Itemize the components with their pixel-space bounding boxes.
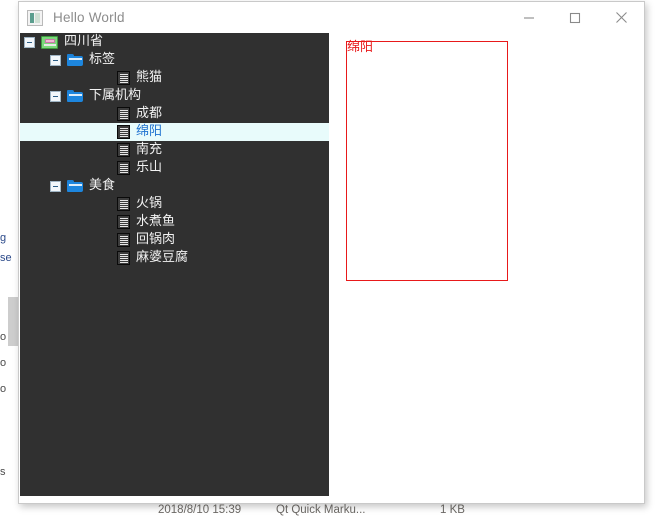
tree-row-label: 四川省 <box>64 34 104 49</box>
document-icon <box>117 215 130 229</box>
background-file-size: 1 KB <box>440 504 465 516</box>
detail-pane: 绵阳 <box>329 33 644 496</box>
detail-label: 绵阳 <box>347 40 374 55</box>
document-icon <box>117 251 130 265</box>
window-client-area: 四川省 标签 熊猫 下属机构 成都 绵阳 南充 乐山 美食 火锅 水煮鱼 回锅肉… <box>19 33 644 503</box>
background-text-fragment: o <box>0 357 7 369</box>
tree-row-label: 火锅 <box>136 196 163 211</box>
tree-row[interactable]: 四川省 <box>20 33 329 51</box>
tree-row-label: 成都 <box>136 106 163 121</box>
tree-row[interactable]: 标签 <box>20 51 329 69</box>
tree-row[interactable]: 火锅 <box>20 195 329 213</box>
tree-row-selected[interactable]: 绵阳 <box>20 123 329 141</box>
background-file-date: 2018/8/10 15:39 <box>158 504 242 516</box>
document-icon <box>117 107 130 121</box>
window-titlebar[interactable]: Hello World <box>19 2 644 33</box>
collapse-icon[interactable] <box>24 36 35 48</box>
background-text-fragment: s <box>0 466 6 478</box>
background-text-fragment: o <box>0 331 7 343</box>
folder-icon <box>67 179 83 193</box>
tree-row[interactable]: 熊猫 <box>20 69 329 87</box>
tree-row-label: 下属机构 <box>89 88 142 103</box>
document-icon <box>117 125 130 139</box>
tree-row[interactable]: 成都 <box>20 105 329 123</box>
drive-icon <box>41 35 58 49</box>
window-title: Hello World <box>53 10 125 25</box>
window-bottom-strip <box>19 496 644 503</box>
tree-row-label: 熊猫 <box>136 70 163 85</box>
hello-world-window: Hello World 四川省 标签 熊猫 下属机构 成都 绵阳 南充 乐山 美… <box>18 1 645 504</box>
minimize-button[interactable] <box>506 2 552 33</box>
tree-row[interactable]: 下属机构 <box>20 87 329 105</box>
close-button[interactable] <box>598 2 644 33</box>
background-text-fragment: se <box>0 252 12 264</box>
tree-row-label: 乐山 <box>136 160 163 175</box>
tree-row-label: 标签 <box>89 52 116 67</box>
document-icon <box>117 233 130 247</box>
background-file-type: Qt Quick Marku... <box>276 504 366 516</box>
document-icon <box>117 71 130 85</box>
tree-row[interactable]: 水煮鱼 <box>20 213 329 231</box>
document-icon <box>117 143 130 157</box>
window-controls <box>506 2 644 33</box>
tree-row-label: 美食 <box>89 178 116 193</box>
background-text-fragment: o <box>0 383 7 395</box>
maximize-button[interactable] <box>552 2 598 33</box>
tree-row[interactable]: 麻婆豆腐 <box>20 249 329 267</box>
tree-row-label: 麻婆豆腐 <box>136 250 189 265</box>
collapse-icon[interactable] <box>50 180 61 192</box>
collapse-icon[interactable] <box>50 90 61 102</box>
background-text-fragment: g <box>0 232 7 244</box>
folder-icon <box>67 53 83 67</box>
detail-outline-box <box>346 41 508 281</box>
tree-row[interactable]: 回锅肉 <box>20 231 329 249</box>
tree-row[interactable]: 南充 <box>20 141 329 159</box>
document-icon <box>117 197 130 211</box>
folder-icon <box>67 89 83 103</box>
tree-row[interactable]: 乐山 <box>20 159 329 177</box>
tree-row-label: 水煮鱼 <box>136 214 176 229</box>
tree-row-label: 绵阳 <box>136 124 163 139</box>
collapse-icon[interactable] <box>50 54 61 66</box>
document-icon <box>117 161 130 175</box>
tree-row-label: 回锅肉 <box>136 232 176 247</box>
app-window-icon <box>27 9 43 26</box>
tree-row[interactable]: 美食 <box>20 177 329 195</box>
tree-row-label: 南充 <box>136 142 163 157</box>
tree-view[interactable]: 四川省 标签 熊猫 下属机构 成都 绵阳 南充 乐山 美食 火锅 水煮鱼 回锅肉… <box>20 33 329 496</box>
